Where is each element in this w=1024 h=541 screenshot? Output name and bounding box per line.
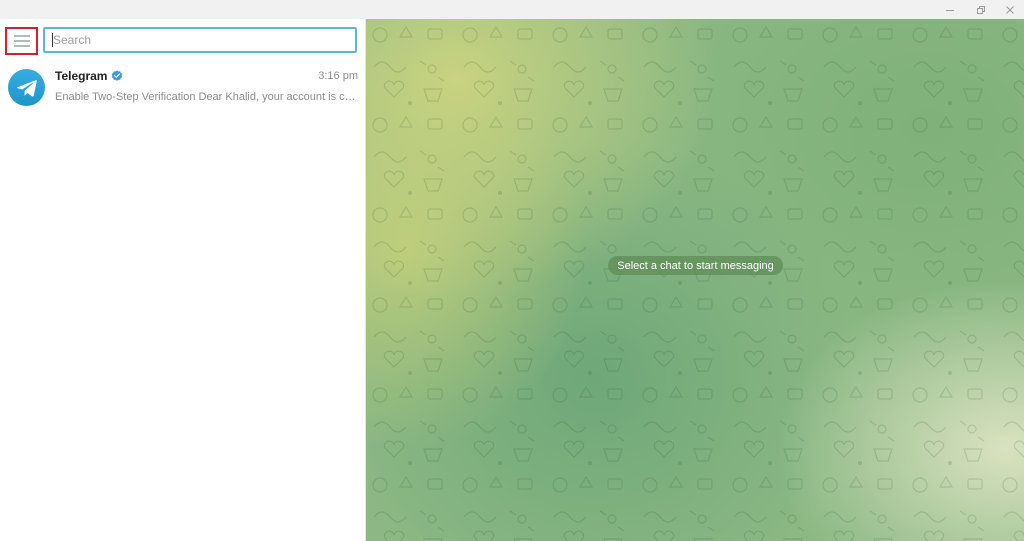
search-field[interactable] (43, 27, 357, 53)
chat-area-empty-state: Select a chat to start messaging (366, 19, 1024, 541)
chat-list-item[interactable]: Telegram 3:16 pm Enable Two-Step Verific… (0, 66, 365, 110)
close-icon (1006, 5, 1014, 14)
restore-button[interactable] (966, 0, 996, 19)
doodle-pattern-background (366, 19, 1024, 541)
main-menu-button[interactable] (5, 27, 38, 55)
text-caret (52, 33, 53, 47)
minimize-icon (946, 9, 954, 11)
minimize-button[interactable] (935, 0, 965, 19)
restore-icon (977, 5, 985, 14)
chat-list-sidebar: Telegram 3:16 pm Enable Two-Step Verific… (0, 19, 366, 541)
avatar (8, 69, 45, 106)
hamburger-menu-icon (13, 35, 30, 47)
search-input[interactable] (45, 29, 355, 51)
chat-time: 3:16 pm (318, 70, 358, 82)
verified-badge-icon (112, 70, 123, 81)
empty-state-message: Select a chat to start messaging (608, 256, 783, 275)
chat-title-row: Telegram (55, 69, 123, 83)
close-button[interactable] (995, 0, 1024, 19)
chat-message-preview: Enable Two-Step Verification Dear Khalid… (55, 91, 360, 103)
chat-name: Telegram (55, 69, 108, 83)
title-bar (0, 0, 1024, 19)
telegram-plane-icon (16, 79, 37, 97)
